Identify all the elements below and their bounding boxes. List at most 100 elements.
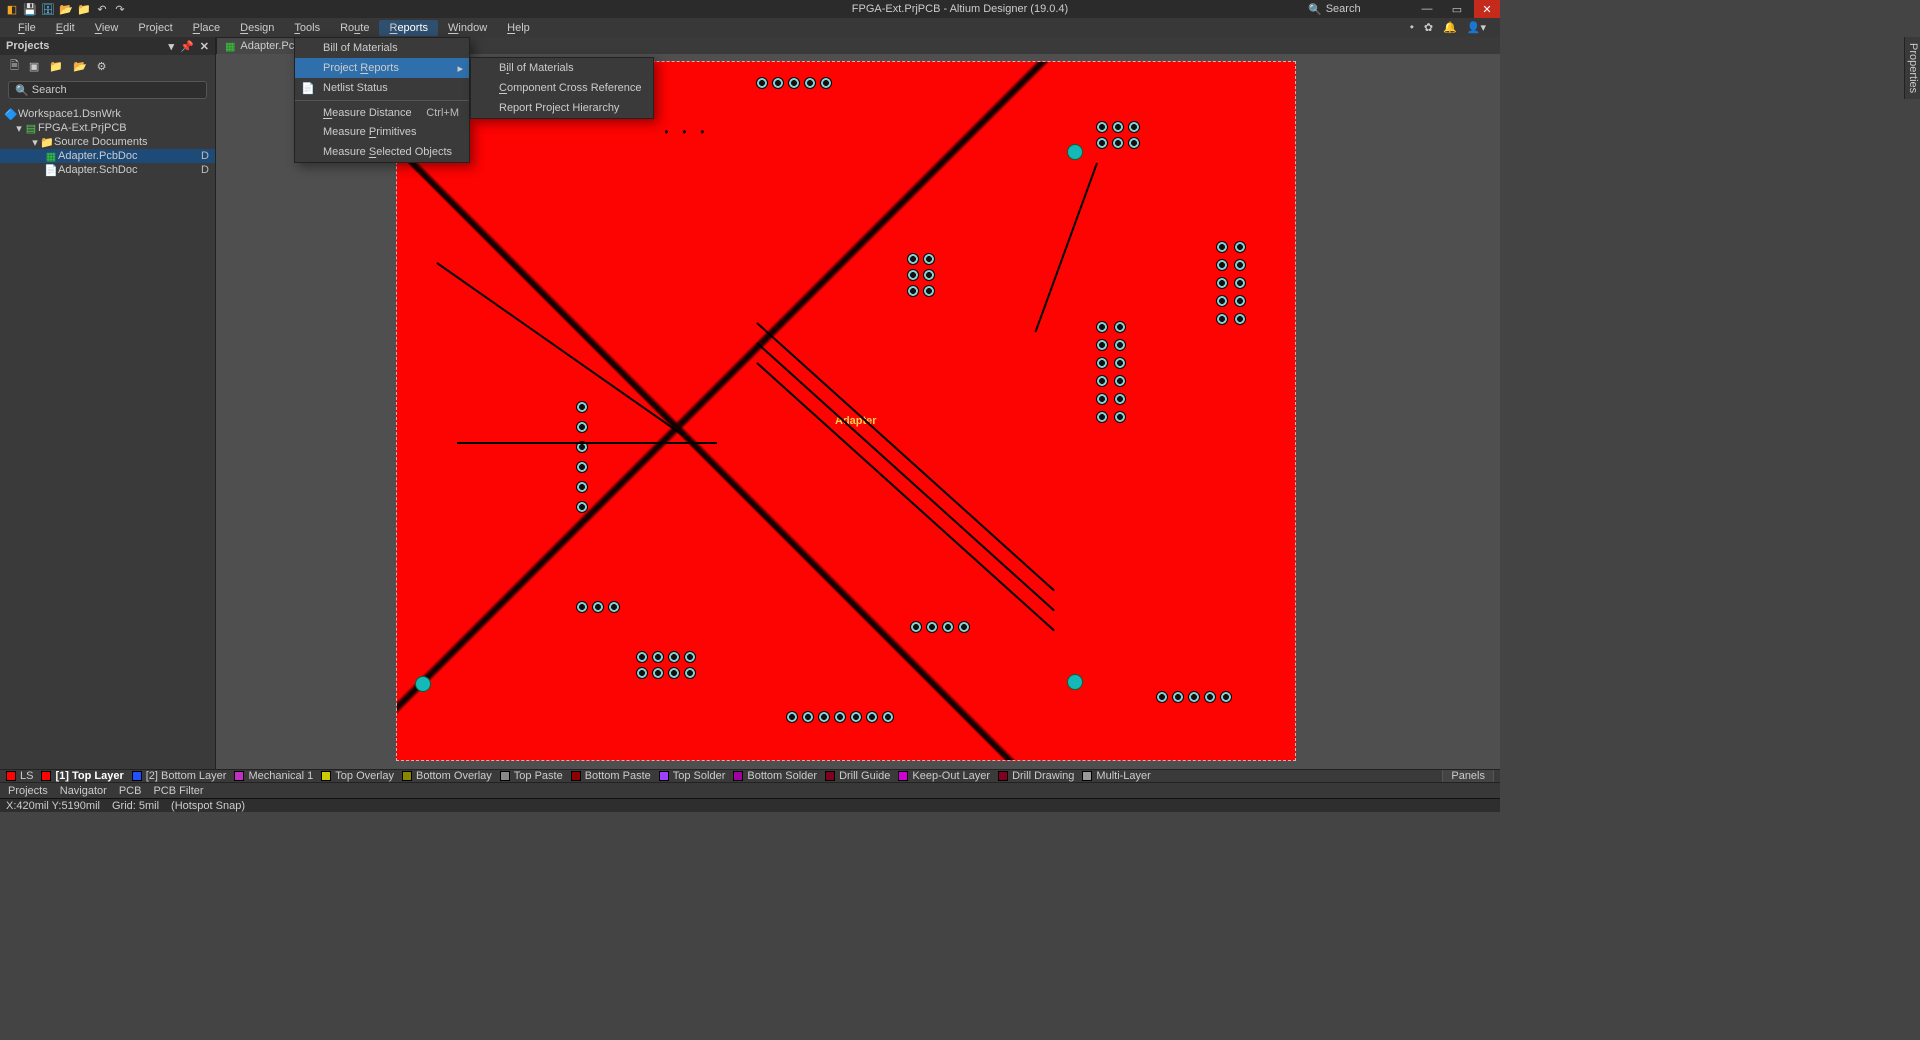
user-icon[interactable]: 👤▾ xyxy=(1467,21,1486,34)
layer-mechanical[interactable]: Mechanical 1 xyxy=(234,770,313,782)
app-icon: ◧ xyxy=(6,3,18,15)
layer-top-solder[interactable]: Top Solder xyxy=(659,770,726,782)
layer-bar: LS [1] Top Layer [2] Bottom Layer Mechan… xyxy=(0,769,1500,782)
open-recent-icon[interactable]: 📁 xyxy=(78,3,90,15)
menu-measure-distance[interactable]: Measure DistanceCtrl+M xyxy=(295,100,469,122)
properties-tab[interactable]: Properties xyxy=(1904,37,1920,99)
folder-open-icon[interactable]: 📂 xyxy=(73,60,87,73)
maximize-button[interactable]: ▭ xyxy=(1444,0,1470,18)
menu-measure-primitives[interactable]: Measure Primitives xyxy=(295,122,469,142)
layer-drill-drawing[interactable]: Drill Drawing xyxy=(998,770,1074,782)
settings-icon[interactable]: ✿ xyxy=(1424,21,1433,34)
submenu-cross-reference[interactable]: Component Cross Reference xyxy=(471,78,653,98)
menu-project-reports-label: Project Reports xyxy=(323,62,399,74)
projects-header: Projects ▾ 📌 ✕ xyxy=(0,37,215,55)
pcb-tab-icon: ▦ xyxy=(225,40,235,53)
tab-pcb[interactable]: PCB xyxy=(119,785,142,797)
mounting-hole xyxy=(1067,674,1083,690)
submenu-bom[interactable]: Bill of Materials xyxy=(471,58,653,78)
projects-search-placeholder: Search xyxy=(32,84,67,96)
submenu-cross-label: Component Cross Reference xyxy=(499,82,641,94)
menu-file[interactable]: FFileile xyxy=(8,20,46,36)
panels-button[interactable]: Panels xyxy=(1442,769,1494,782)
menu-netlist-status[interactable]: 📄Netlist Status xyxy=(295,78,469,98)
menu-edit[interactable]: Edit xyxy=(46,20,85,36)
panel-menu-icon[interactable]: ▾ xyxy=(169,40,175,53)
submenu-arrow-icon: ▸ xyxy=(457,62,463,75)
menu-design[interactable]: Design xyxy=(230,20,284,36)
pcbdoc-node[interactable]: ▦Adapter.PcbDoc D xyxy=(0,149,215,163)
menu-help[interactable]: Help xyxy=(497,20,540,36)
quick-access-toolbar: ◧ 💾 🗄 📂 📁 ↶ ↷ xyxy=(0,3,132,15)
reports-menu: Bill of Materials Project Reports ▸ 📄Netl… xyxy=(294,37,470,163)
projects-search[interactable]: 🔍 Search xyxy=(8,81,207,99)
layer-bottom-paste[interactable]: Bottom Paste xyxy=(571,770,651,782)
menu-measure-primitives-label: Measure Primitives xyxy=(323,126,417,138)
layer-bottom[interactable]: [2] Bottom Layer xyxy=(132,770,227,782)
schdoc-node[interactable]: 📄Adapter.SchDocD xyxy=(0,163,215,177)
gear-icon[interactable]: ⚙ xyxy=(97,60,107,73)
layer-top[interactable]: [1] Top Layer xyxy=(41,770,123,782)
submenu-report-hierarchy[interactable]: Report Project Hierarchy xyxy=(471,98,653,118)
tab-navigator[interactable]: Navigator xyxy=(60,785,107,797)
open-icon[interactable]: 📂 xyxy=(60,3,72,15)
menu-view[interactable]: View xyxy=(85,20,129,36)
redo-icon[interactable]: ↷ xyxy=(114,3,126,15)
menu-netlist-label: Netlist Status xyxy=(323,82,388,94)
layer-top-overlay[interactable]: Top Overlay xyxy=(321,770,394,782)
notifications-icon[interactable]: 🔔 xyxy=(1443,21,1457,34)
project-reports-submenu: Bill of Materials Component Cross Refere… xyxy=(470,57,654,119)
panel-close-icon[interactable]: ✕ xyxy=(200,40,209,53)
minimize-button[interactable]: — xyxy=(1414,0,1440,18)
pcb-board[interactable]: Adapter xyxy=(396,61,1296,761)
menu-window[interactable]: Window xyxy=(438,20,497,36)
submenu-bom-label: Bill of Materials xyxy=(499,62,574,74)
submenu-hierarchy-label: Report Project Hierarchy xyxy=(499,102,619,114)
project-label: FPGA-Ext.PrjPCB xyxy=(38,122,127,134)
projects-toolbar: 🗎 ▣ 📁 📂 ⚙ xyxy=(0,55,215,77)
global-search[interactable]: 🔍 Search xyxy=(1300,2,1410,17)
project-icon: ▤ xyxy=(24,122,38,135)
layer-bottom-overlay[interactable]: Bottom Overlay xyxy=(402,770,492,782)
layer-multi[interactable]: Multi-Layer xyxy=(1082,770,1150,782)
save-icon[interactable]: 💾 xyxy=(24,3,36,15)
project-node[interactable]: ▾▤FPGA-Ext.PrjPCB xyxy=(0,121,215,135)
layer-keepout[interactable]: Keep-Out Layer xyxy=(898,770,990,782)
folder-icon[interactable]: 📁 xyxy=(49,60,63,73)
layer-drill-guide[interactable]: Drill Guide xyxy=(825,770,890,782)
schdoc-label: Adapter.SchDoc xyxy=(58,164,138,176)
layer-top-paste[interactable]: Top Paste xyxy=(500,770,563,782)
save-all-icon[interactable]: 🗄 xyxy=(42,3,54,15)
source-documents-label: Source Documents xyxy=(54,136,148,148)
menu-project[interactable]: Project xyxy=(128,20,182,36)
share-icon[interactable]: ⬩ xyxy=(1410,21,1414,34)
menu-route[interactable]: Route xyxy=(330,20,379,36)
status-snap: (Hotspot Snap) xyxy=(171,800,245,812)
menu-reports[interactable]: Reports xyxy=(379,20,438,36)
bottom-panel-tabs: Projects Navigator PCB PCB Filter xyxy=(0,782,1500,798)
show-all-icon[interactable]: 🗎 xyxy=(10,57,19,76)
window-title: FPGA-Ext.PrjPCB - Altium Designer (19.0.… xyxy=(852,3,1068,15)
pcbdoc-icon: ▦ xyxy=(44,150,58,163)
layer-bottom-solder[interactable]: Bottom Solder xyxy=(733,770,817,782)
mounting-hole xyxy=(1067,144,1083,160)
menu-project-reports[interactable]: Project Reports ▸ xyxy=(295,58,469,78)
undo-icon[interactable]: ↶ xyxy=(96,3,108,15)
menu-bom[interactable]: Bill of Materials xyxy=(295,38,469,58)
layer-ls[interactable]: LS xyxy=(6,770,33,782)
source-documents-node[interactable]: ▾📁Source Documents xyxy=(0,135,215,149)
menu-tools[interactable]: Tools xyxy=(284,20,330,36)
search-placeholder: Search xyxy=(1326,3,1361,15)
projects-title: Projects xyxy=(6,40,49,52)
doc-badge: D xyxy=(201,150,209,162)
tab-projects[interactable]: Projects xyxy=(8,785,48,797)
box-icon[interactable]: ▣ xyxy=(29,60,39,73)
tab-pcb-filter[interactable]: PCB Filter xyxy=(153,785,203,797)
workspace-node[interactable]: 🔷Workspace1.DsnWrk xyxy=(0,107,215,121)
pcbdoc-label: Adapter.PcbDoc xyxy=(58,150,138,162)
menu-measure-selected[interactable]: Measure Selected Objects xyxy=(295,142,469,162)
close-button[interactable]: ✕ xyxy=(1474,0,1500,18)
panel-pin-icon[interactable]: 📌 xyxy=(180,40,194,53)
menu-place[interactable]: Place xyxy=(183,20,231,36)
menu-measure-distance-label: Measure Distance xyxy=(323,107,412,119)
